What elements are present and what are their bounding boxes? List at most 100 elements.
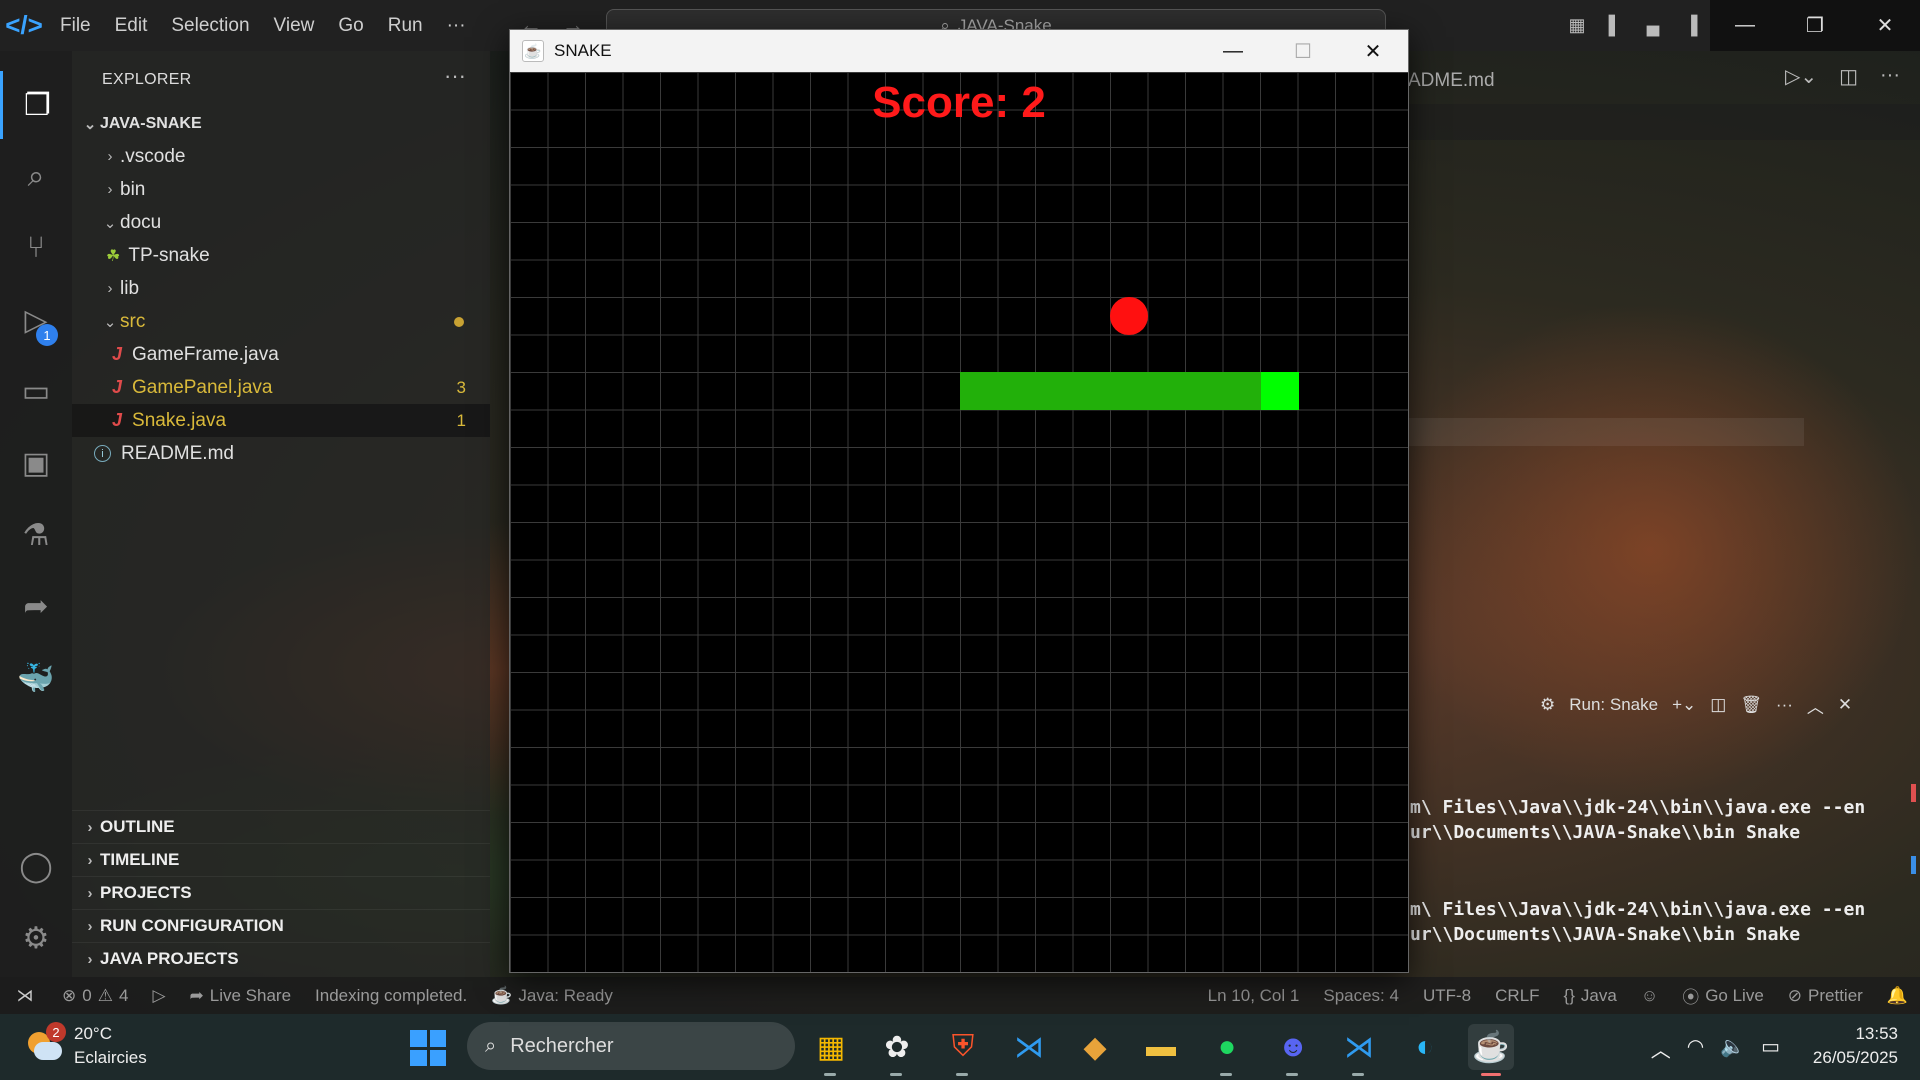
tree-item-src[interactable]: ⌄ src xyxy=(72,305,490,338)
clock[interactable]: 13:53 26/05/2025 xyxy=(1813,1022,1898,1070)
spotify-icon[interactable]: ● xyxy=(1204,1024,1250,1076)
chevron-up-icon[interactable]: ︿ xyxy=(1651,1034,1671,1063)
snake-window-titlebar[interactable]: ☕ SNAKE — ☐ ✕ xyxy=(510,30,1408,72)
restore-button[interactable]: ❐ xyxy=(1780,0,1850,51)
tree-item-docu[interactable]: ⌄ docu xyxy=(72,206,490,239)
tree-item-label: bin xyxy=(120,178,146,200)
menu-run[interactable]: Run xyxy=(376,15,435,37)
maximize-panel-icon[interactable]: ︿ xyxy=(1807,693,1824,718)
extensions-icon[interactable]: ▣ xyxy=(0,429,72,497)
java-status[interactable]: ☕ Java: Ready xyxy=(479,986,625,1006)
language-mode[interactable]: {} Java xyxy=(1552,986,1629,1006)
minimize-button[interactable]: — xyxy=(1710,0,1780,51)
testing-icon[interactable]: ⚗ xyxy=(0,501,72,569)
live-share-icon[interactable]: ➦ xyxy=(0,572,72,640)
vscode-icon[interactable]: ⋊ xyxy=(1006,1024,1052,1070)
docker-icon[interactable]: 🐳 xyxy=(0,644,72,712)
tree-item-snake[interactable]: J Snake.java 1 xyxy=(72,404,490,437)
customize-layout-icon[interactable]: ▦ xyxy=(1558,0,1596,51)
prettier-status[interactable]: ⊘ Prettier xyxy=(1776,986,1875,1006)
tree-item-bin[interactable]: › bin xyxy=(72,173,490,206)
encoding[interactable]: UTF-8 xyxy=(1411,986,1483,1006)
cursor-position[interactable]: Ln 10, Col 1 xyxy=(1196,986,1312,1006)
edge-icon[interactable]: ◐ xyxy=(1402,1024,1448,1070)
toggle-panel-icon[interactable]: ▄ xyxy=(1634,0,1672,51)
menu-view[interactable]: View xyxy=(262,15,327,37)
split-terminal-icon[interactable]: ◫ xyxy=(1710,695,1726,715)
search-icon[interactable]: ⌕ xyxy=(0,143,72,211)
chevron-down-icon: ⌄ xyxy=(103,214,117,232)
section-timeline[interactable]: › TIMELINE xyxy=(72,843,490,876)
start-button[interactable] xyxy=(410,1030,446,1066)
discord-icon[interactable]: ☻ xyxy=(1270,1024,1316,1076)
close-panel-icon[interactable]: ✕ xyxy=(1838,695,1852,715)
terminal-line: ur\\Documents\\JAVA-Snake\\bin Snake xyxy=(1410,822,1801,843)
game-canvas[interactable]: Score: 2 xyxy=(510,72,1408,972)
menu-more[interactable]: ··· xyxy=(435,15,478,37)
debug-status[interactable]: ▷ xyxy=(140,986,177,1006)
run-debug-icon[interactable]: ▷ 1 xyxy=(0,286,72,354)
file-explorer-icon[interactable]: ▬ xyxy=(1138,1024,1184,1070)
tree-item-label: README.md xyxy=(121,442,234,464)
volume-icon[interactable]: 🔈 xyxy=(1720,1034,1745,1063)
toggle-secondary-sidebar-icon[interactable]: ▐ xyxy=(1672,0,1710,51)
source-control-icon[interactable]: ⑂ xyxy=(0,214,72,282)
git-tool-icon[interactable]: ◆ xyxy=(1072,1024,1118,1070)
snake-maximize-button[interactable]: ☐ xyxy=(1268,30,1338,72)
tree-item-lib[interactable]: › lib xyxy=(72,272,490,305)
tree-item-tp-snake[interactable]: ☘ TP-snake xyxy=(72,239,490,272)
taskbar-search[interactable]: ⌕ Rechercher xyxy=(467,1022,795,1070)
section-outline[interactable]: › OUTLINE xyxy=(72,810,490,843)
problems-status[interactable]: ⊗ 0 ⚠ 4 xyxy=(50,986,140,1006)
tree-item-readme[interactable]: i README.md xyxy=(72,437,490,470)
store-icon[interactable]: ▦ xyxy=(808,1024,854,1076)
new-terminal-icon[interactable]: +⌄ xyxy=(1672,695,1696,715)
run-icon[interactable]: ▷⌄ xyxy=(1785,64,1817,89)
weather-widget[interactable]: 2 20°C Eclaircies xyxy=(24,1022,147,1070)
explorer-more-button[interactable]: ··· xyxy=(444,63,466,89)
workspace-root[interactable]: ⌄ JAVA-SNAKE xyxy=(72,107,490,140)
line-ending[interactable]: CRLF xyxy=(1483,986,1551,1006)
menu-selection[interactable]: Selection xyxy=(159,15,261,37)
explorer-icon[interactable]: ❐ xyxy=(0,71,72,139)
tree-item-vscode[interactable]: › .vscode xyxy=(72,140,490,173)
section-projects[interactable]: › PROJECTS xyxy=(72,876,490,909)
close-button[interactable]: ✕ xyxy=(1850,0,1920,51)
remote-icon[interactable]: ⋊ xyxy=(0,977,50,1014)
more-icon[interactable]: ··· xyxy=(1776,695,1793,715)
toggle-sidebar-icon[interactable]: ▌ xyxy=(1596,0,1634,51)
terminal-name[interactable]: Run: Snake xyxy=(1569,695,1658,715)
menu-file[interactable]: File xyxy=(48,15,103,37)
java-app-icon[interactable]: ☕ xyxy=(1468,1024,1514,1076)
indentation[interactable]: Spaces: 4 xyxy=(1311,986,1411,1006)
menu-go[interactable]: Go xyxy=(326,15,375,37)
notifications-icon[interactable]: 🔔 xyxy=(1875,986,1920,1006)
apple xyxy=(1110,297,1148,335)
section-run-configuration[interactable]: › RUN CONFIGURATION xyxy=(72,909,490,942)
section-java-projects[interactable]: › JAVA PROJECTS xyxy=(72,942,490,975)
menu-edit[interactable]: Edit xyxy=(103,15,160,37)
trash-icon[interactable]: 🗑 xyxy=(1740,695,1762,715)
battery-icon[interactable]: ▭ xyxy=(1761,1034,1780,1063)
brave-icon[interactable]: ⛨ xyxy=(940,1024,986,1076)
chevron-right-icon: › xyxy=(87,884,93,902)
remote-explorer-icon[interactable]: ▭ xyxy=(0,357,72,425)
tree-item-gamepanel[interactable]: J GamePanel.java 3 xyxy=(72,371,490,404)
gear-icon[interactable]: ⚙ xyxy=(0,904,72,972)
snake-close-button[interactable]: ✕ xyxy=(1338,30,1408,72)
windows-taskbar: 2 20°C Eclaircies ⌕ Rechercher ▦ ✿ ⛨ ⋊ ◆… xyxy=(0,1014,1920,1080)
snake-minimize-button[interactable]: — xyxy=(1198,30,1268,72)
java-cup-icon: ☕ xyxy=(491,985,513,1005)
snake-window-title: SNAKE xyxy=(554,41,612,60)
tree-item-gameframe[interactable]: J GameFrame.java xyxy=(72,338,490,371)
more-actions-icon[interactable]: ··· xyxy=(1880,64,1900,89)
copilot-status[interactable]: ☺ xyxy=(1629,986,1670,1006)
wifi-icon[interactable]: ◠ xyxy=(1687,1034,1704,1063)
account-icon[interactable]: ◯ xyxy=(0,832,72,900)
problem-count: 3 xyxy=(456,377,466,397)
split-editor-icon[interactable]: ◫ xyxy=(1839,64,1858,89)
vscode-window-icon[interactable]: ⋊ xyxy=(1336,1024,1382,1076)
go-live-button[interactable]: ⦿ Go Live xyxy=(1670,983,1776,1008)
live-share-status[interactable]: ➦ Live Share xyxy=(178,986,304,1006)
chatgpt-icon[interactable]: ✿ xyxy=(874,1024,920,1076)
